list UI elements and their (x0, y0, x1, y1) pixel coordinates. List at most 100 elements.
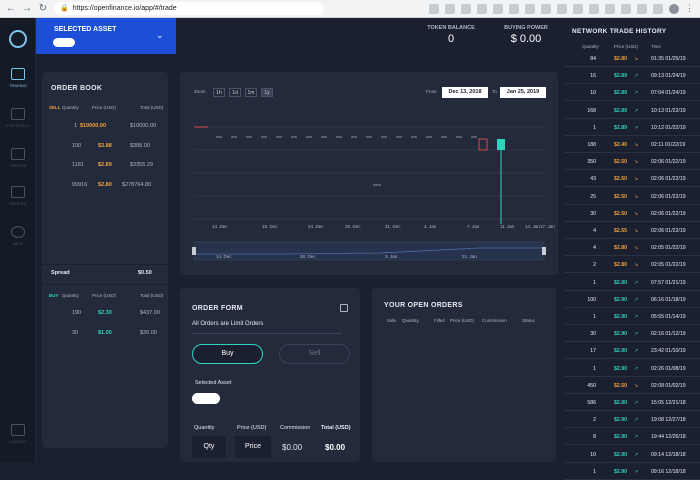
trading-icon[interactable] (11, 68, 25, 80)
x-axis-tick: 7. Jan (467, 224, 480, 229)
extension-icon[interactable] (493, 3, 503, 14)
arrow-up-icon: ↗ (634, 296, 639, 303)
arrow-down-icon: ↘ (634, 176, 639, 183)
limit-order-note: All Orders are Limit Orders (192, 321, 264, 327)
x-axis-tick: 28. Dec (345, 224, 361, 229)
portfolio-icon[interactable] (11, 108, 25, 120)
extension-icon[interactable] (557, 3, 567, 14)
trade-price: $2.90 (614, 348, 627, 355)
trade-quantity: 168 (587, 107, 596, 114)
trade-quantity: 2 (593, 262, 596, 269)
profile-icon[interactable] (11, 186, 25, 198)
sidebar-item-tokens[interactable]: TOKENS (0, 163, 36, 168)
extension-icon[interactable] (605, 3, 615, 14)
extension-icon[interactable] (429, 3, 439, 14)
trade-time: 15:05 12/21/18 (651, 400, 686, 406)
logo-icon[interactable] (9, 30, 27, 48)
trade-price: $2.89 (614, 73, 627, 80)
selected-asset-dropdown[interactable]: SELECTED ASSET ⌄ (36, 18, 176, 54)
quantity-header: Quantity (194, 425, 215, 431)
extension-icon[interactable] (541, 3, 551, 14)
trade-time: 02:26 01/08/19 (651, 365, 686, 372)
info-icon[interactable] (340, 304, 348, 312)
avatar[interactable] (669, 3, 679, 14)
sidebar-item-profile[interactable]: PROFILE (0, 201, 36, 206)
arrow-up-icon: ↗ (634, 107, 639, 114)
token-balance: TOKEN BALANCE 0 (427, 25, 475, 45)
price-input[interactable]: Price (235, 436, 271, 458)
sidebar-item-portfolio[interactable]: PORTFOLIO (0, 123, 36, 128)
commission-header: Commission (280, 425, 311, 431)
back-icon[interactable]: ← (6, 3, 16, 14)
address-bar[interactable]: 🔒 https://openfinance.io/app/#/trade (54, 2, 324, 15)
tokens-icon[interactable] (11, 148, 25, 160)
trade-time: 10:13 01/22/19 (651, 107, 686, 114)
sidebar-item-logout[interactable]: LOGOUT (0, 439, 36, 444)
arrow-down-icon: ↘ (634, 245, 639, 252)
trade-time: 09:13 01/24/19 (651, 73, 686, 80)
extension-icon[interactable] (509, 3, 519, 14)
chevron-down-icon[interactable]: ⌄ (156, 30, 164, 41)
extension-icon[interactable] (573, 3, 583, 14)
price-dashes (216, 136, 477, 186)
trade-time: 23:42 01/10/19 (651, 348, 686, 355)
sell-quantity: 1181 (72, 162, 84, 168)
row-divider (564, 100, 700, 102)
arrow-up-icon: ↗ (634, 468, 639, 475)
extension-icon[interactable] (637, 3, 647, 14)
menu-icon[interactable]: ⋮ (685, 3, 694, 14)
extension-icon[interactable] (461, 3, 471, 14)
trade-price: $2.80 (614, 262, 627, 269)
extension-icon[interactable] (525, 3, 535, 14)
range-handle-right (542, 247, 546, 255)
x-axis-tick: 17. Jan (540, 224, 555, 229)
trade-history-title: NETWORK TRADE HISTORY (572, 28, 667, 35)
sell-toggle[interactable]: Sell (279, 344, 350, 364)
x-axis-tick: 11. Jan (500, 224, 515, 229)
trade-time: 19:08 12/27/18 (651, 417, 686, 424)
total-header: Total (USD) (321, 425, 351, 431)
trade-time: 09:16 12/18/18 (651, 468, 686, 475)
trade-quantity: 100 (587, 296, 596, 303)
trade-quantity: 17 (590, 348, 596, 355)
sidebar-item-help[interactable]: HELP (0, 241, 36, 246)
candlestick-chart[interactable] (180, 72, 558, 275)
extension-icon[interactable] (653, 3, 663, 14)
arrow-down-icon: ↘ (634, 159, 639, 166)
extension-icon[interactable] (477, 3, 487, 14)
sell-price: $2.89 (98, 162, 112, 168)
extension-icon[interactable] (589, 3, 599, 14)
help-icon[interactable] (11, 226, 25, 238)
sell-quantity: 99916 (72, 181, 88, 188)
trade-history-panel: NETWORK TRADE HISTORY Quantity Price (US… (564, 18, 700, 480)
trade-price: $2.90 (614, 468, 627, 475)
row-divider (564, 324, 700, 325)
reload-icon[interactable]: ↻ (38, 3, 48, 14)
row-divider (564, 392, 700, 394)
sell-quantity: 100 (72, 142, 82, 149)
sell-total: $10000.00 (130, 123, 156, 129)
candle-down (478, 138, 488, 151)
row-divider (564, 134, 700, 136)
sidebar-item-trading[interactable]: TRADING (0, 83, 36, 88)
asset-pill (53, 38, 75, 47)
extension-icon[interactable] (621, 3, 631, 14)
trade-time: 19:44 12/26/18 (651, 434, 686, 441)
lock-icon: 🔒 (60, 5, 69, 12)
buying-power: BUYING POWER $ 0.00 (504, 25, 548, 45)
buy-toggle[interactable]: Buy (192, 344, 263, 364)
trade-time: 05:55 01/14/19 (651, 314, 686, 320)
arrow-up-icon: ↗ (634, 365, 639, 372)
trade-time: 02:06 01/22/19 (651, 176, 686, 183)
order-form-panel: ORDER FORM All Orders are Limit Orders B… (180, 288, 360, 462)
forward-icon[interactable]: → (22, 3, 32, 14)
row-divider (564, 152, 700, 153)
row-divider (564, 375, 700, 377)
arrow-up-icon: ↗ (634, 451, 639, 458)
quantity-input[interactable]: Qty (192, 436, 226, 458)
logout-icon[interactable] (11, 424, 25, 436)
open-orders-title: YOUR OPEN ORDERS (384, 302, 463, 309)
arrow-down-icon: ↘ (634, 382, 639, 389)
extension-icon[interactable] (445, 3, 455, 14)
trade-time: 02:05 01/22/19 (651, 245, 686, 252)
